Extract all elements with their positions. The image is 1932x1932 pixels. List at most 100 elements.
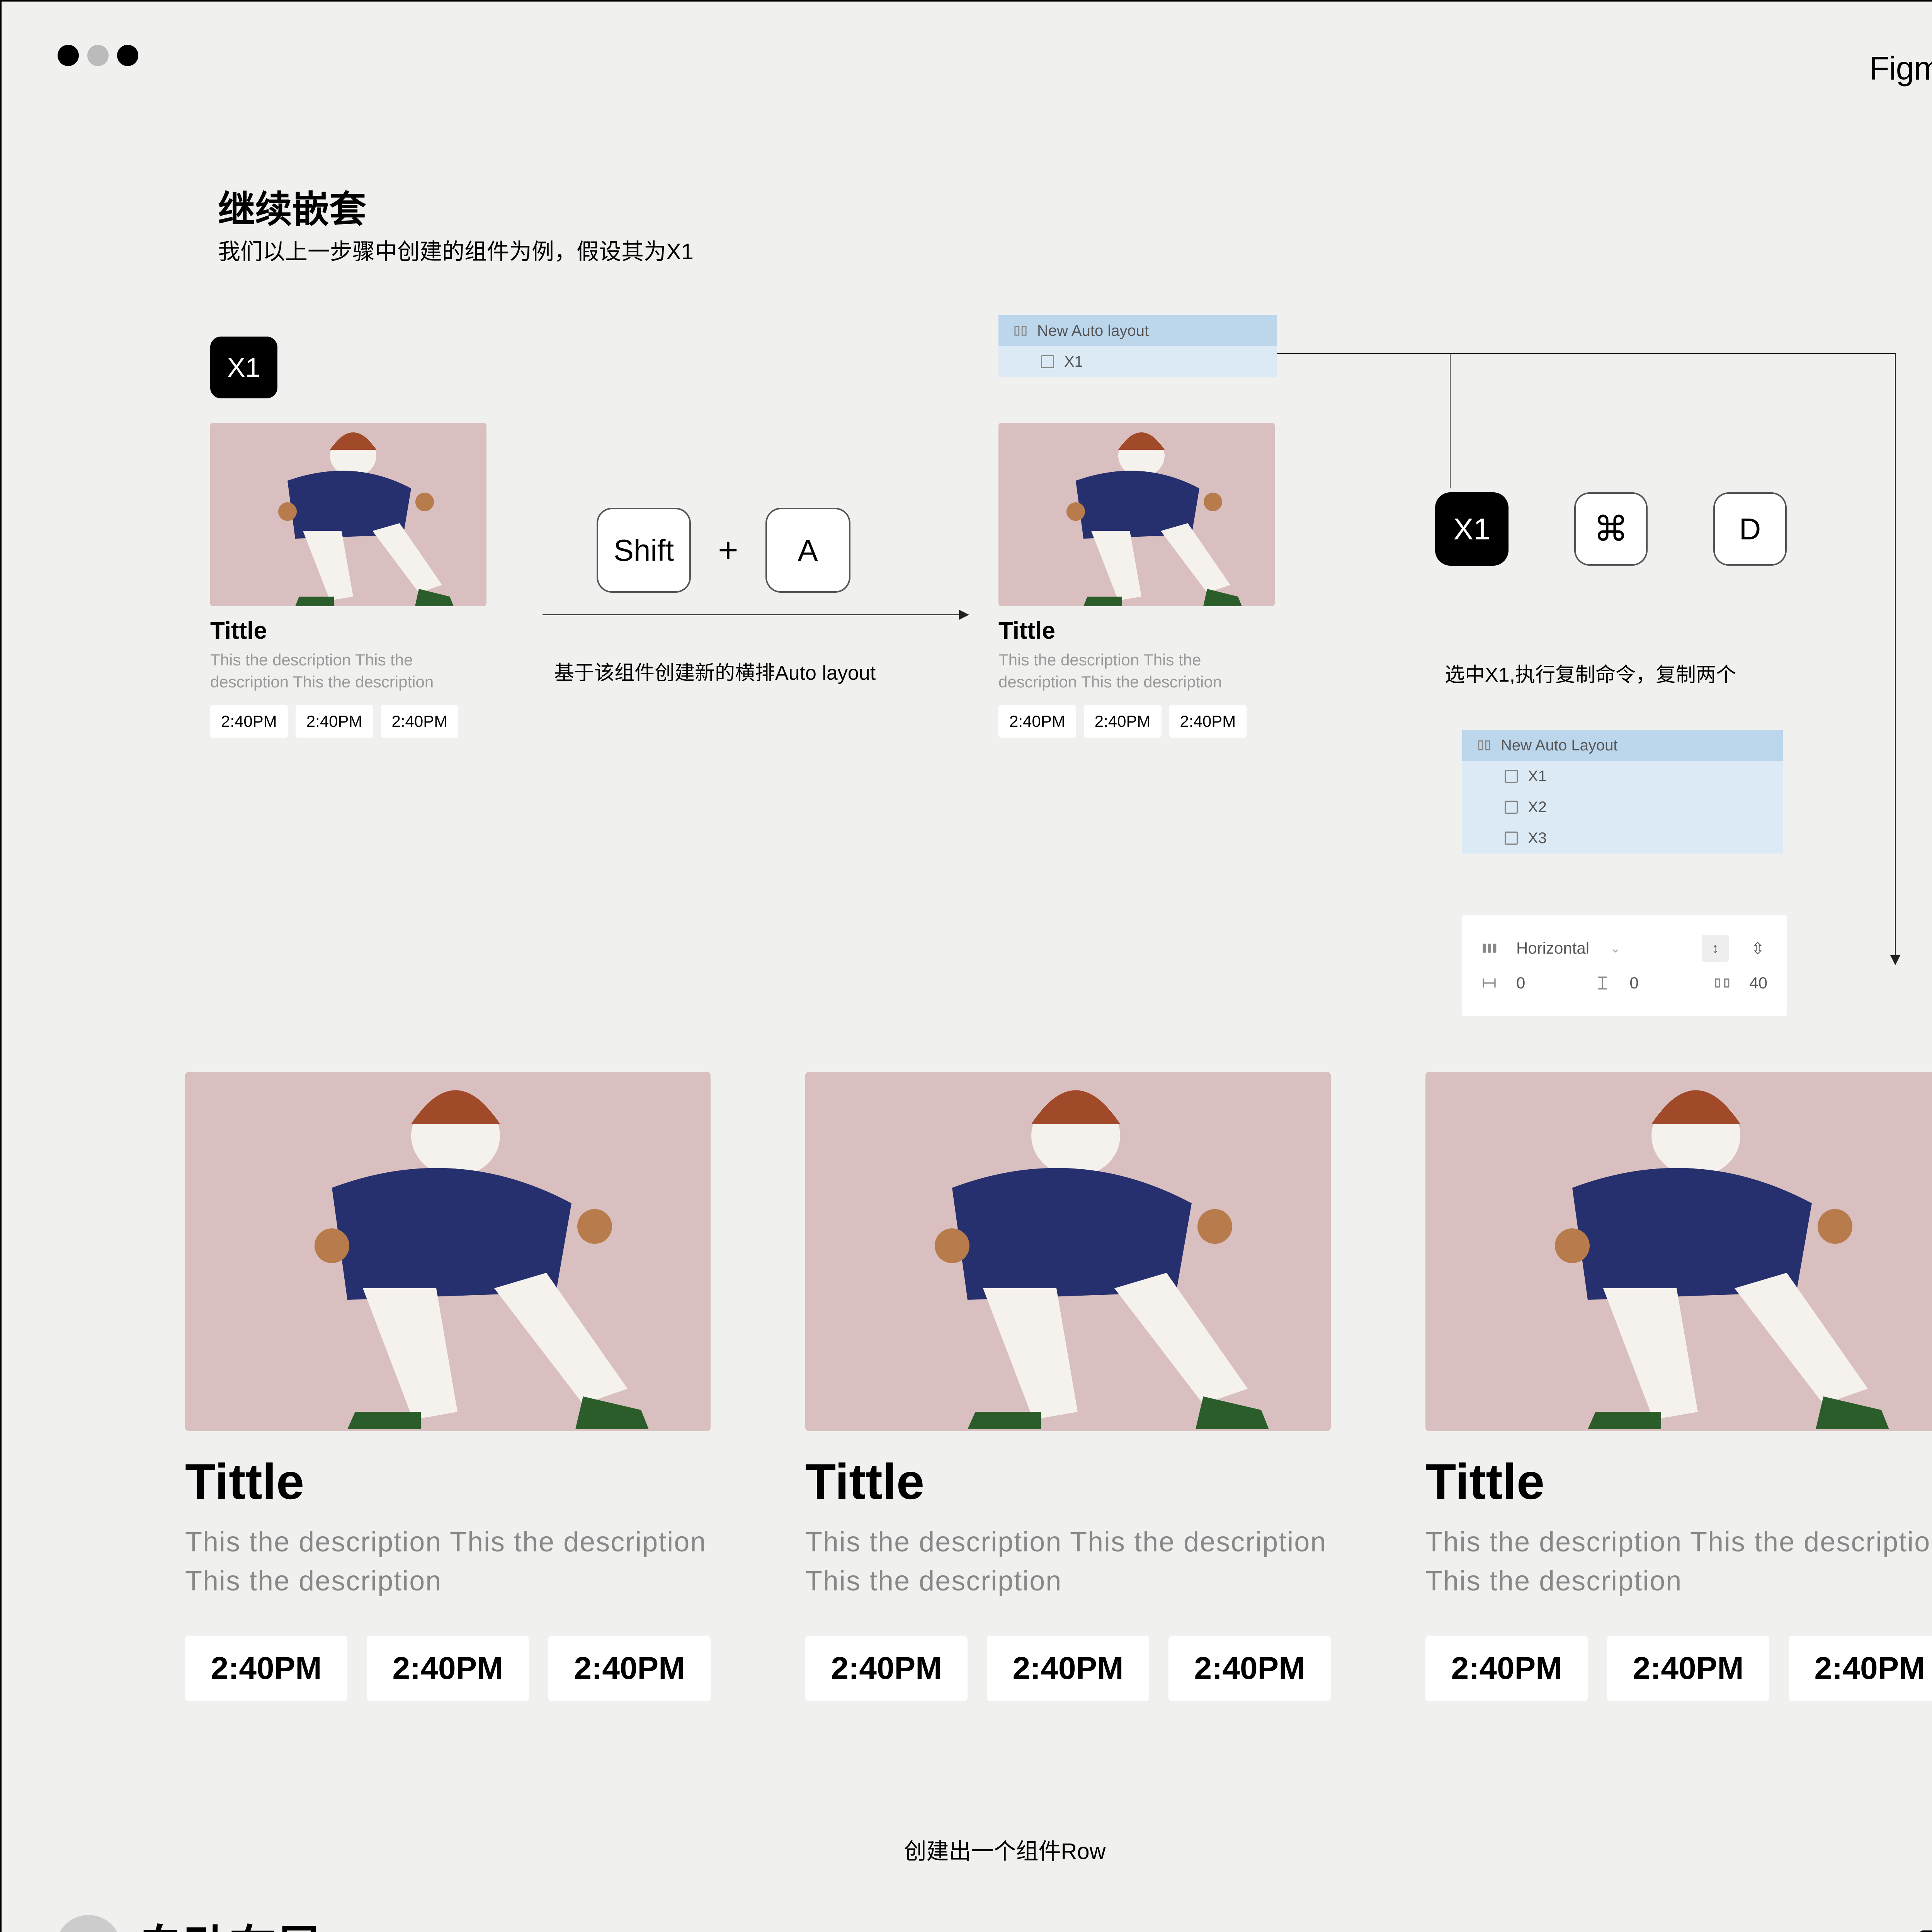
card-title: Tittle [805, 1452, 1385, 1510]
card-times: 2:40PM 2:40PM 2:40PM [998, 705, 1275, 738]
gap-value[interactable]: 40 [1749, 974, 1767, 992]
connector [1451, 353, 1895, 354]
arrow-down [1895, 353, 1896, 964]
direction-label[interactable]: Horizontal [1516, 939, 1589, 957]
card-description: This the description This the descriptio… [805, 1523, 1385, 1601]
person-illustration [805, 1072, 1331, 1431]
card-description: This the description This the descriptio… [1425, 1523, 1932, 1601]
layer-list[interactable]: New Auto Layout X1 X2 X3 [1462, 730, 1783, 854]
card-image [805, 1072, 1331, 1431]
time-chip: 2:40PM [296, 705, 373, 738]
badge-x1: X1 [210, 337, 277, 398]
layer-row-child[interactable]: X1 [1462, 761, 1783, 792]
shortcut-keys: Shift + A [597, 508, 850, 593]
resize-v-icon[interactable]: ↕ [1702, 935, 1729, 962]
gap-icon [1714, 975, 1730, 991]
person-illustration [1425, 1072, 1932, 1431]
person-illustration [998, 423, 1275, 606]
layer-row-child[interactable]: X2 [1462, 792, 1783, 823]
card-title: Tittle [1425, 1452, 1932, 1510]
autolayout-icon [1478, 739, 1491, 752]
shortcut-keys: X1 ⌘ D [1435, 492, 1787, 566]
plus: + [718, 531, 738, 570]
card-title: Tittle [185, 1452, 765, 1510]
big-card: Tittle This the description This the des… [1425, 1072, 1932, 1701]
card-title: Tittle [210, 617, 486, 645]
autolayout-panel[interactable]: Horizontal ⌄ ↕ ⇳ 0 0 40 [1462, 915, 1787, 1016]
connector [1450, 353, 1451, 488]
figma-logo-icon [1916, 1930, 1932, 1932]
dot [58, 45, 79, 66]
big-card: Tittle This the description This the des… [805, 1072, 1385, 1701]
section-subheading: 我们以上一步骤中创建的组件为例，假设其为X1 [218, 233, 694, 266]
card-description: This the description This the descriptio… [210, 649, 486, 693]
time-chip: 2:40PM [185, 1636, 347, 1701]
time-chip: 2:40PM [381, 705, 459, 738]
layer-row-parent[interactable]: New Auto Layout [1462, 730, 1783, 761]
card-image [1425, 1072, 1932, 1431]
key-shift: Shift [597, 508, 691, 593]
time-chip: 2:40PM [987, 1636, 1149, 1701]
frame-icon [1505, 832, 1518, 845]
dot [87, 45, 109, 66]
result-caption: 创建出一个组件Row [2, 1833, 1932, 1866]
time-chip: 2:40PM [367, 1636, 529, 1701]
layer-label: New Auto Layout [1501, 737, 1617, 754]
dot [117, 45, 138, 66]
card-image [210, 423, 486, 606]
footer-dot [56, 1915, 121, 1932]
card-description: This the description This the descriptio… [185, 1523, 765, 1601]
pad-v-icon [1595, 975, 1610, 991]
time-chip: 2:40PM [1425, 1636, 1588, 1701]
card-times: 2:40PM 2:40PM 2:40PM [185, 1636, 765, 1701]
component-card: Tittle This the description This the des… [998, 423, 1275, 738]
chevron-down-icon[interactable]: ⌄ [1610, 941, 1621, 956]
layer-label: X1 [1064, 353, 1083, 371]
key-a: A [765, 508, 850, 593]
time-chip: 2:40PM [1169, 705, 1247, 738]
card-times: 2:40PM 2:40PM 2:40PM [1425, 1636, 1932, 1701]
frame-icon [1505, 801, 1518, 814]
time-chip: 2:40PM [998, 705, 1076, 738]
section-heading: 继续嵌套 [218, 179, 366, 233]
person-illustration [185, 1072, 711, 1431]
autolayout-icon [1014, 324, 1027, 337]
layer-label: X1 [1528, 768, 1547, 785]
layer-row-child[interactable]: X3 [1462, 823, 1783, 854]
component-card: Tittle This the description This the des… [210, 423, 486, 738]
frame-icon [1041, 355, 1054, 368]
key-d: D [1713, 492, 1787, 566]
layer-row-child[interactable]: X1 [998, 346, 1277, 377]
big-card: Tittle This the description This the des… [185, 1072, 765, 1701]
layer-label: X3 [1528, 830, 1547, 847]
card-times: 2:40PM 2:40PM 2:40PM [210, 705, 486, 738]
layer-row-parent[interactable]: New Auto layout [998, 315, 1277, 346]
card-title: Tittle [998, 617, 1275, 645]
layer-label: New Auto layout [1037, 322, 1149, 340]
connector [1277, 353, 1451, 354]
time-chip: 2:40PM [548, 1636, 711, 1701]
key-cmd: ⌘ [1574, 492, 1648, 566]
time-chip: 2:40PM [805, 1636, 968, 1701]
step-c-caption: 选中X1,执行复制命令，复制两个 [1445, 658, 1736, 687]
time-chip: 2:40PM [1789, 1636, 1932, 1701]
pad-v-value[interactable]: 0 [1629, 974, 1638, 992]
window-dots [58, 45, 138, 66]
card-image [998, 423, 1275, 606]
card-image [185, 1072, 711, 1431]
arrow-right [543, 614, 968, 615]
layer-list[interactable]: New Auto layout X1 [998, 315, 1277, 377]
step-a-caption: 基于该组件创建新的横排Auto layout [554, 656, 876, 685]
resize-h-icon[interactable]: ⇳ [1748, 939, 1767, 958]
person-illustration [210, 423, 486, 606]
time-chip: 2:40PM [1607, 1636, 1769, 1701]
key-x1: X1 [1435, 492, 1509, 566]
brand-label: Figma [1869, 50, 1932, 88]
pad-h-value[interactable]: 0 [1516, 974, 1525, 992]
time-chip: 2:40PM [210, 705, 288, 738]
result-row: Tittle This the description This the des… [185, 1072, 1932, 1701]
frame-icon [1505, 770, 1518, 783]
layer-label: X2 [1528, 799, 1547, 816]
footer-title: 自动布局 [137, 1910, 322, 1932]
direction-icon [1481, 940, 1497, 956]
